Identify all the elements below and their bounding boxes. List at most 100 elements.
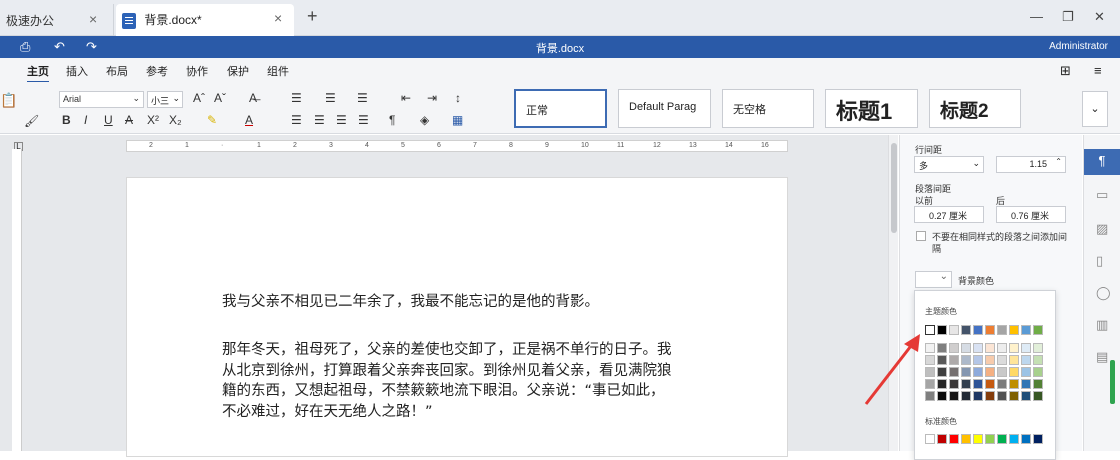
color-swatch[interactable] bbox=[1033, 391, 1043, 401]
no-space-same-style-checkbox[interactable] bbox=[916, 231, 926, 241]
new-tab-icon[interactable]: + bbox=[307, 6, 318, 27]
header-footer-icon[interactable]: ▭ bbox=[1096, 187, 1108, 203]
paragraph-2[interactable]: 那年冬天，祖母死了，父亲的差使也交卸了，正是祸不单行的日子。我 从北京到徐州，打… bbox=[222, 340, 747, 422]
color-swatch[interactable] bbox=[985, 379, 995, 389]
background-color-button[interactable] bbox=[915, 271, 952, 288]
color-swatch[interactable] bbox=[1033, 367, 1043, 377]
line-spacing-icon[interactable]: ↕ bbox=[455, 91, 461, 105]
color-swatch[interactable] bbox=[961, 367, 971, 377]
color-swatch[interactable] bbox=[973, 379, 983, 389]
color-swatch[interactable] bbox=[973, 355, 983, 365]
paste-icon[interactable]: 📋 bbox=[0, 92, 17, 109]
color-swatch[interactable] bbox=[1009, 379, 1019, 389]
style-default-paragraph[interactable]: Default Parag bbox=[618, 89, 711, 128]
color-swatch[interactable] bbox=[1009, 367, 1019, 377]
color-swatch[interactable] bbox=[997, 367, 1007, 377]
color-swatch[interactable] bbox=[997, 391, 1007, 401]
italic-icon[interactable]: I bbox=[84, 113, 87, 127]
color-swatch[interactable] bbox=[949, 343, 959, 353]
color-swatch[interactable] bbox=[1021, 434, 1031, 444]
decrease-font-icon[interactable]: Aˇ bbox=[214, 91, 226, 105]
style-heading-2[interactable]: 标题2 bbox=[929, 89, 1021, 128]
page-settings-icon[interactable]: ▯ bbox=[1096, 253, 1103, 269]
user-name[interactable]: Administrator bbox=[1049, 41, 1108, 52]
color-swatch[interactable] bbox=[1009, 391, 1019, 401]
style-normal[interactable]: 正常 bbox=[514, 89, 607, 128]
color-swatch[interactable] bbox=[997, 379, 1007, 389]
multilevel-list-icon[interactable]: ☰ bbox=[357, 91, 368, 105]
close-icon[interactable]: × bbox=[274, 10, 282, 26]
color-swatch[interactable] bbox=[985, 325, 995, 335]
chart-settings-icon[interactable]: ▥ bbox=[1096, 317, 1108, 333]
color-swatch[interactable] bbox=[997, 325, 1007, 335]
color-swatch[interactable] bbox=[1021, 325, 1031, 335]
color-swatch[interactable] bbox=[937, 391, 947, 401]
color-swatch[interactable] bbox=[961, 343, 971, 353]
menu-collaborate[interactable]: 协作 bbox=[186, 63, 208, 79]
shape-settings-icon[interactable]: ◯ bbox=[1096, 285, 1111, 301]
spinner-icon[interactable]: ⌃ bbox=[1055, 157, 1062, 166]
color-swatch[interactable] bbox=[937, 434, 947, 444]
numbered-list-icon[interactable]: ☰ bbox=[325, 91, 336, 105]
change-case-icon[interactable]: A̶ bbox=[249, 91, 257, 105]
color-swatch[interactable] bbox=[985, 391, 995, 401]
color-swatch[interactable] bbox=[1033, 379, 1043, 389]
strikethrough-icon[interactable]: A bbox=[125, 113, 133, 127]
font-name-select[interactable]: Arial ⌄ bbox=[59, 91, 144, 108]
font-color-icon[interactable]: A bbox=[245, 113, 253, 127]
color-swatch[interactable] bbox=[973, 325, 983, 335]
paragraph-mark-icon[interactable]: ¶ bbox=[389, 113, 395, 127]
color-swatch[interactable] bbox=[1033, 355, 1043, 365]
sidebar-scroll-thumb[interactable] bbox=[1110, 360, 1115, 404]
color-swatch[interactable] bbox=[997, 343, 1007, 353]
justify-icon[interactable]: ☰ bbox=[358, 113, 369, 127]
color-swatch[interactable] bbox=[949, 367, 959, 377]
color-swatch[interactable] bbox=[1021, 343, 1031, 353]
underline-icon[interactable]: U bbox=[104, 113, 113, 127]
color-swatch[interactable] bbox=[1021, 355, 1031, 365]
image-settings-icon[interactable]: ▨ bbox=[1096, 221, 1108, 237]
close-icon[interactable]: × bbox=[89, 11, 97, 27]
close-window-icon[interactable]: ✕ bbox=[1094, 9, 1105, 25]
tab-app-home[interactable]: 极速办公 × bbox=[0, 4, 114, 36]
hamburger-icon[interactable]: ≡ bbox=[1094, 63, 1102, 78]
color-swatch[interactable] bbox=[949, 391, 959, 401]
styles-more-button[interactable]: ⌄ bbox=[1082, 91, 1108, 127]
minimize-icon[interactable]: — bbox=[1030, 9, 1043, 24]
borders-icon[interactable]: ▦ bbox=[452, 113, 463, 127]
color-swatch[interactable] bbox=[997, 355, 1007, 365]
menu-home[interactable]: 主页 bbox=[27, 63, 49, 83]
paragraph-1[interactable]: 我与父亲不相见已二年余了，我最不能忘记的是他的背影。 bbox=[222, 292, 747, 313]
spacing-after-input[interactable]: 0.76 厘米 bbox=[996, 206, 1066, 223]
color-swatch[interactable] bbox=[925, 434, 935, 444]
document-page[interactable]: 我与父亲不相见已二年余了，我最不能忘记的是他的背影。 那年冬天，祖母死了，父亲的… bbox=[126, 177, 788, 457]
color-swatch[interactable] bbox=[949, 434, 959, 444]
color-swatch[interactable] bbox=[937, 325, 947, 335]
color-swatch[interactable] bbox=[1009, 434, 1019, 444]
color-swatch[interactable] bbox=[997, 434, 1007, 444]
horizontal-ruler[interactable]: 2 1 · 1 2 3 4 5 6 7 8 9 10 11 12 13 14 16 bbox=[126, 140, 788, 152]
increase-indent-icon[interactable]: ⇥ bbox=[427, 91, 437, 105]
color-swatch[interactable] bbox=[961, 434, 971, 444]
color-swatch[interactable] bbox=[937, 343, 947, 353]
font-size-select[interactable]: 小三 ⌄ bbox=[147, 91, 183, 108]
decrease-indent-icon[interactable]: ⇤ bbox=[401, 91, 411, 105]
scroll-thumb[interactable] bbox=[891, 143, 897, 233]
align-left-icon[interactable]: ☰ bbox=[291, 113, 302, 127]
menu-layout[interactable]: 布局 bbox=[106, 63, 128, 79]
color-swatch[interactable] bbox=[937, 379, 947, 389]
color-swatch[interactable] bbox=[985, 367, 995, 377]
vertical-ruler[interactable] bbox=[12, 149, 22, 451]
menu-references[interactable]: 参考 bbox=[146, 63, 168, 79]
color-swatch[interactable] bbox=[1033, 434, 1043, 444]
color-swatch[interactable] bbox=[973, 434, 983, 444]
align-right-icon[interactable]: ☰ bbox=[336, 113, 347, 127]
color-swatch[interactable] bbox=[1021, 379, 1031, 389]
spacing-before-input[interactable]: 0.27 厘米 bbox=[914, 206, 984, 223]
color-swatch[interactable] bbox=[1009, 325, 1019, 335]
format-painter-icon[interactable]: 🖌 bbox=[24, 114, 39, 128]
paragraph-settings-icon[interactable]: ¶ bbox=[1084, 149, 1120, 175]
color-swatch[interactable] bbox=[1021, 367, 1031, 377]
highlight-color-icon[interactable]: ✎ bbox=[207, 113, 217, 127]
style-heading-1[interactable]: 标题1 bbox=[825, 89, 918, 128]
